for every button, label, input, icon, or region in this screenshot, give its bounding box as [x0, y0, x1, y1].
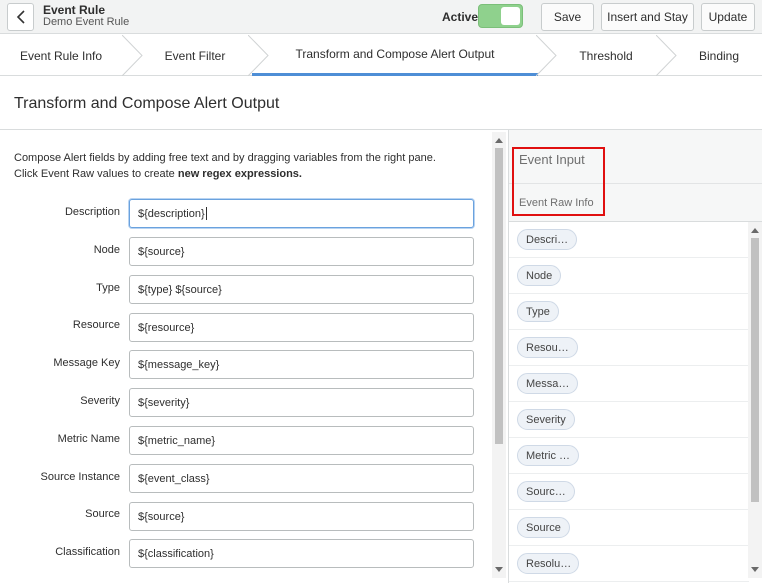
node-label: Node: [93, 244, 120, 256]
description-value: ${description}: [138, 207, 205, 220]
tab-separator-icon: [122, 35, 143, 76]
scroll-down-icon[interactable]: [751, 567, 759, 572]
scroll-down-icon[interactable]: [495, 567, 503, 572]
list-item: Node: [509, 258, 749, 294]
back-button[interactable]: [7, 3, 34, 31]
text-caret: [205, 207, 207, 220]
chevron-left-icon: [16, 10, 25, 24]
metric-name-label: Metric Name: [57, 433, 120, 445]
insert-and-stay-button[interactable]: Insert and Stay: [601, 3, 694, 31]
severity-label: Severity: [80, 395, 120, 407]
list-item: Metric …: [509, 438, 749, 474]
scroll-thumb[interactable]: [751, 238, 759, 502]
tab-separator-icon: [656, 35, 677, 76]
highlight-box: [512, 147, 605, 216]
list-item: Resou…: [509, 330, 749, 366]
list-item: Type: [509, 294, 749, 330]
scroll-up-icon[interactable]: [495, 138, 503, 143]
variable-pill[interactable]: Descri…: [517, 229, 578, 250]
list-item: Sourc…: [509, 474, 749, 510]
list-item: Descri…: [509, 222, 749, 258]
tab-separator-icon: [536, 35, 557, 76]
list-item: Severity: [509, 402, 749, 438]
type-field[interactable]: ${type} ${source}: [129, 275, 474, 304]
wizard-tabs: Event Rule Info Event Filter Transform a…: [0, 35, 762, 76]
severity-field[interactable]: ${severity}: [129, 388, 474, 417]
tab-event-filter[interactable]: Event Filter: [142, 35, 248, 76]
variable-pill[interactable]: Node: [517, 265, 562, 286]
list-item: Resolu…: [509, 546, 749, 582]
record-header: Event Rule Demo Event Rule Active Save I…: [0, 0, 762, 34]
active-toggle[interactable]: [478, 4, 523, 28]
tab-binding[interactable]: Binding: [676, 35, 762, 76]
source-instance-field[interactable]: ${event_class}: [129, 464, 474, 493]
form-scrollbar[interactable]: [492, 132, 506, 578]
description-field[interactable]: ${description}: [129, 199, 474, 228]
intro-line-2-prefix: Click Event Raw values to create: [14, 168, 178, 180]
regex-link[interactable]: new regex expressions.: [178, 168, 302, 180]
scroll-thumb[interactable]: [495, 148, 503, 444]
variable-pill[interactable]: Type: [517, 301, 559, 322]
list-item: Source: [509, 510, 749, 546]
resource-field[interactable]: ${resource}: [129, 313, 474, 342]
record-subtitle: Demo Event Rule: [43, 16, 130, 28]
classification-field[interactable]: ${classification}: [129, 539, 474, 568]
resource-label: Resource: [72, 319, 120, 331]
list-item: Messa…: [509, 366, 749, 402]
update-button[interactable]: Update: [701, 3, 755, 31]
save-button[interactable]: Save: [541, 3, 594, 31]
variable-pill[interactable]: Sourc…: [517, 481, 575, 502]
tab-transform-compose[interactable]: Transform and Compose Alert Output: [252, 35, 538, 76]
source-field[interactable]: ${source}: [129, 502, 474, 531]
tab-event-rule-info[interactable]: Event Rule Info: [0, 35, 122, 76]
variable-pill[interactable]: Source: [517, 517, 570, 538]
classification-label: Classification: [55, 546, 120, 558]
source-label: Source: [85, 508, 120, 520]
variable-pill[interactable]: Resou…: [517, 337, 578, 358]
page-title: Transform and Compose Alert Output: [14, 95, 280, 112]
intro-text: Compose Alert fields by adding free text…: [14, 150, 484, 182]
variable-pill[interactable]: Metric …: [517, 445, 579, 466]
toggle-knob: [501, 7, 520, 25]
source-instance-label: Source Instance: [40, 471, 121, 483]
message-key-field[interactable]: ${message_key}: [129, 350, 474, 379]
intro-line-2: Click Event Raw values to create new reg…: [14, 166, 484, 182]
metric-name-field[interactable]: ${metric_name}: [129, 426, 474, 455]
variable-pill[interactable]: Resolu…: [517, 553, 579, 574]
variables-scrollbar[interactable]: [748, 222, 762, 578]
type-label: Type: [96, 282, 120, 294]
scroll-up-icon[interactable]: [751, 228, 759, 233]
description-label: Description: [64, 206, 120, 218]
node-field[interactable]: ${source}: [129, 237, 474, 266]
variable-pill[interactable]: Messa…: [517, 373, 579, 394]
intro-line-1: Compose Alert fields by adding free text…: [14, 152, 436, 164]
tab-threshold[interactable]: Threshold: [556, 35, 656, 76]
active-label: Active: [442, 10, 479, 24]
message-key-label: Message Key: [53, 357, 120, 369]
variable-pill[interactable]: Severity: [517, 409, 575, 430]
